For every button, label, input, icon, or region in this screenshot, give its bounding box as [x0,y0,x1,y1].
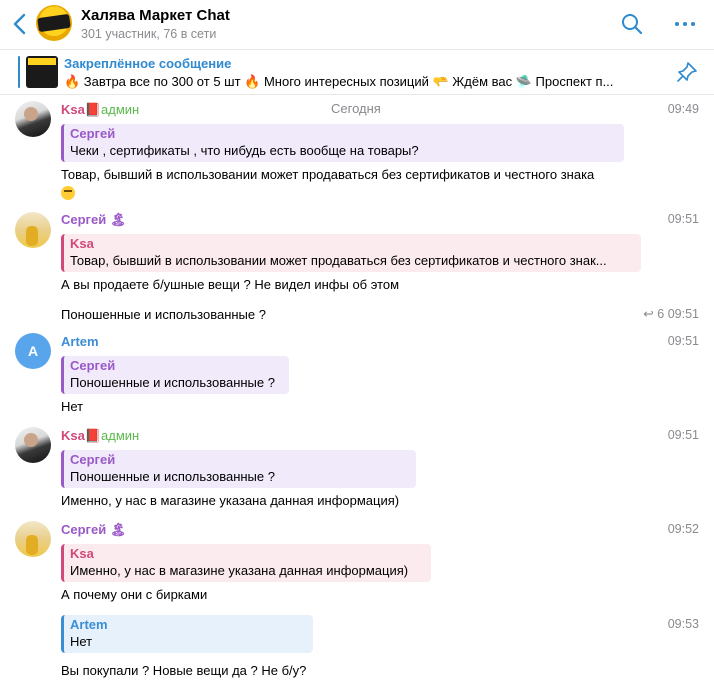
message-text: А почему они с бирками [61,587,208,602]
reply-text: Поношенные и использованные ? [70,375,275,390]
reply-author: Сергей [70,126,116,141]
message-time: 09:49 [667,102,699,116]
admin-badge: админ [101,428,140,443]
sender-emoji: 🏝 [109,522,127,537]
sender-name[interactable]: Ksa📕админ [61,428,139,444]
pinned-title: Закреплённое сообщение [64,56,232,71]
chat-avatar[interactable] [36,5,72,41]
message-text: Именно, у нас в магазине указана данная … [61,493,400,508]
search-icon[interactable] [620,12,644,36]
reply-quote[interactable]: Сергей Чеки , сертификаты , что нибудь е… [61,124,624,162]
message-time: 09:52 [667,522,699,536]
reply-text: Поношенные и использованные ? [70,469,275,484]
avatar[interactable] [15,101,51,137]
sender-name-text: Сергей [61,522,107,537]
pinned-thumbnail [26,56,58,88]
reply-quote[interactable]: Artem Нет [61,615,313,653]
pinned-indicator [18,56,20,88]
admin-badge: админ [101,102,140,117]
message-text: Товар, бывший в использовании может прод… [61,166,661,200]
sender-name[interactable]: Сергей 🏝 [61,522,126,538]
reply-text: Нет [70,634,93,649]
pinned-text: 🔥 Завтра все по 300 от 5 шт 🔥 Много инте… [64,74,614,89]
pin-list-icon[interactable] [676,61,698,83]
sender-emoji: 📕 [84,102,102,117]
sender-name-text: Ksa [61,428,85,443]
reply-quote[interactable]: Ksa Именно, у нас в магазине указана дан… [61,544,431,582]
reply-text: Товар, бывший в использовании может прод… [70,253,607,268]
message-text-content: Товар, бывший в использовании может прод… [61,167,595,182]
reply-quote[interactable]: Сергей Поношенные и использованные ? [61,450,416,488]
reply-author: Artem [70,617,108,632]
message-text: А вы продаете б/ушные вещи ? Не видел ин… [61,277,400,292]
reply-author: Сергей [70,452,116,467]
reply-count-value: 6 [657,307,665,321]
message-text: Вы покупали ? Новые вещи да ? Не б/у? [61,663,307,678]
reply-text: Именно, у нас в магазине указана данная … [70,563,409,578]
reply-author: Сергей [70,358,116,373]
chat-member-count: 301 участник, 76 в сети [81,27,217,41]
avatar[interactable] [15,212,51,248]
chevron-left-icon[interactable] [10,12,30,36]
message-time: 09:51 [667,428,699,442]
message-text: Поношенные и использованные ? [61,307,266,322]
more-horizontal-icon[interactable] [673,12,697,36]
reply-count[interactable]: ↩ 6 09:51 [643,306,699,321]
reply-quote[interactable]: Ksa Товар, бывший в использовании может … [61,234,641,272]
chat-title[interactable]: Халява Маркет Chat [81,7,230,24]
reply-arrow-icon: ↩ [643,307,654,321]
sender-name[interactable]: Сергей 🏝 [61,212,126,228]
neutral-face-emoji-icon [61,185,75,200]
sender-name[interactable]: Artem [61,334,99,349]
message-text: Нет [61,399,84,414]
sender-name-text: Ksa [61,102,85,117]
reply-quote[interactable]: Сергей Поношенные и использованные ? [61,356,289,394]
sender-name[interactable]: Ksa📕админ [61,102,139,118]
avatar[interactable]: A [15,333,51,369]
message-time: 09:51 [667,212,699,226]
sender-emoji: 🏝 [109,212,127,227]
chat-header: Халява Маркет Chat 301 участник, 76 в се… [0,0,714,48]
reply-author: Ksa [70,236,94,251]
sender-name-text: Сергей [61,212,107,227]
avatar[interactable] [15,427,51,463]
date-separator: Сегодня [331,101,381,116]
message-time: 09:51 [667,307,699,321]
sender-emoji: 📕 [84,428,102,443]
pinned-message-bar[interactable]: Закреплённое сообщение 🔥 Завтра все по 3… [0,49,714,95]
reply-author: Ksa [70,546,94,561]
avatar[interactable] [15,521,51,557]
message-time: 09:53 [667,617,699,631]
reply-text: Чеки , сертификаты , что нибудь есть воо… [70,143,419,158]
message-time: 09:51 [667,334,699,348]
